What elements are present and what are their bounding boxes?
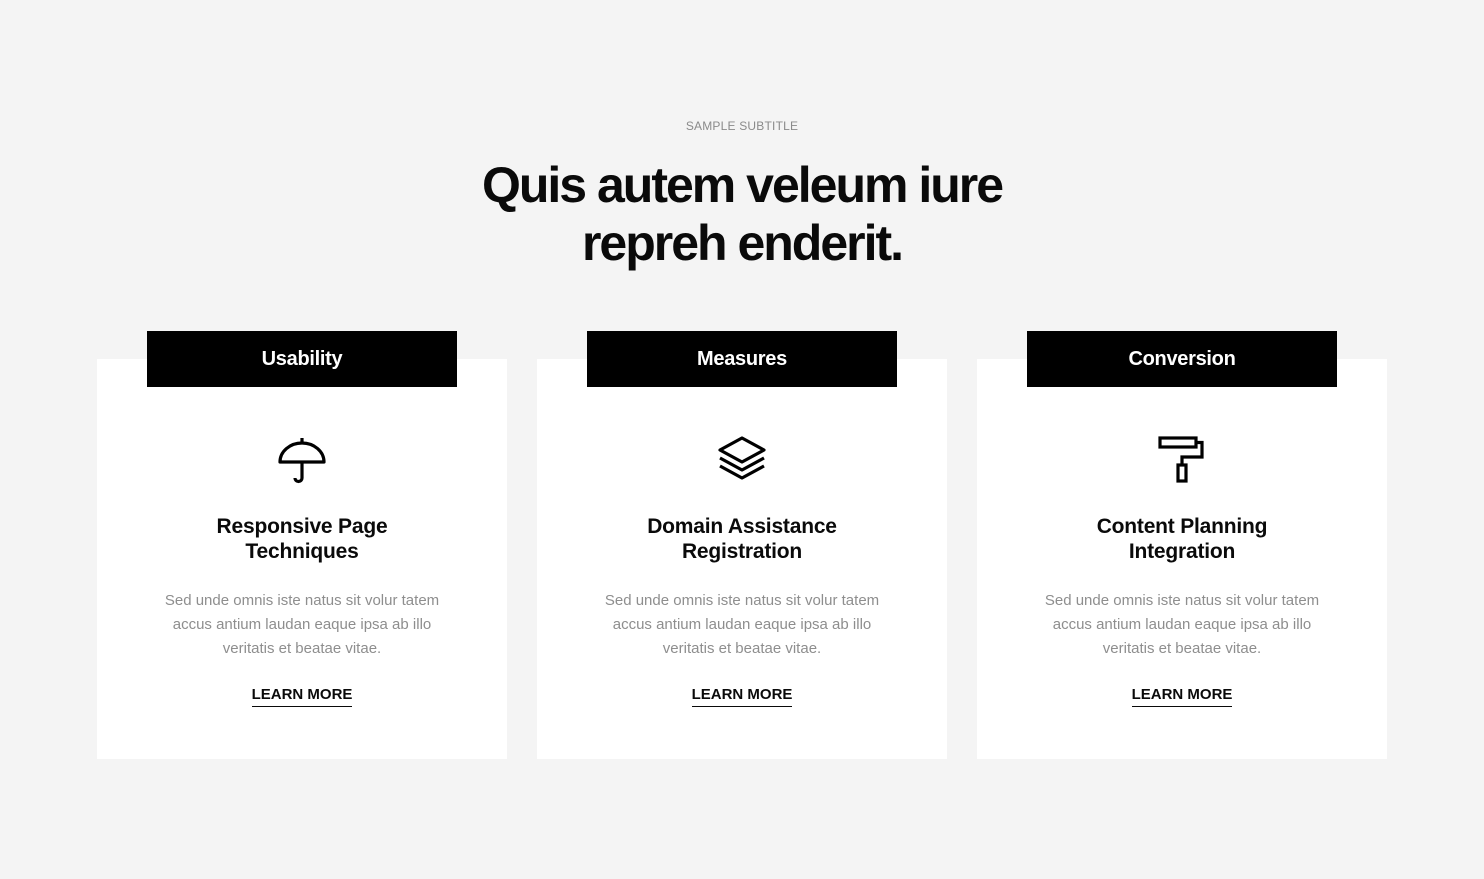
feature-card-conversion: Conversion Content Planning Integration … bbox=[977, 331, 1387, 759]
learn-more-link[interactable]: LEARN MORE bbox=[1131, 686, 1233, 707]
card-title: Content Planning Integration bbox=[997, 514, 1367, 564]
card-title-line-1: Content Planning bbox=[1096, 515, 1268, 538]
card-title-line-2: Registration bbox=[681, 540, 803, 563]
card-title: Responsive Page Techniques bbox=[117, 514, 487, 564]
umbrella-icon bbox=[277, 435, 327, 485]
card-description: Sed unde omnis iste natus sit volur tate… bbox=[604, 592, 880, 657]
feature-card-measures: Measures Domain Assistance Registration … bbox=[537, 331, 947, 759]
card-title-line-2: Integration bbox=[1128, 540, 1236, 563]
section-heading: Quis autem veleum iure repreh enderit. bbox=[0, 156, 1484, 272]
features-section: SAMPLE SUBTITLE Quis autem veleum iure r… bbox=[0, 0, 1484, 879]
card-title: Domain Assistance Registration bbox=[557, 514, 927, 564]
heading-line-1: Quis autem veleum iure bbox=[481, 157, 1004, 213]
paint-roller-icon bbox=[1157, 435, 1207, 485]
card-description: Sed unde omnis iste natus sit volur tate… bbox=[164, 592, 440, 657]
heading-line-2: repreh enderit. bbox=[581, 215, 904, 271]
learn-more-wrapper: LEARN MORE bbox=[537, 686, 947, 707]
card-title-line-1: Domain Assistance bbox=[647, 515, 837, 538]
card-tab: Conversion bbox=[1027, 331, 1337, 387]
section-subtitle: SAMPLE SUBTITLE bbox=[685, 119, 799, 133]
card-title-line-1: Responsive Page bbox=[216, 515, 388, 538]
feature-card-usability: Usability Responsive Page Techniques Sed… bbox=[97, 331, 507, 759]
learn-more-wrapper: LEARN MORE bbox=[977, 686, 1387, 707]
learn-more-wrapper: LEARN MORE bbox=[97, 686, 507, 707]
layers-icon bbox=[717, 435, 767, 485]
learn-more-link[interactable]: LEARN MORE bbox=[251, 686, 353, 707]
card-description: Sed unde omnis iste natus sit volur tate… bbox=[1044, 592, 1320, 657]
card-title-line-2: Techniques bbox=[245, 540, 359, 563]
learn-more-link[interactable]: LEARN MORE bbox=[691, 686, 793, 707]
card-tab: Measures bbox=[587, 331, 897, 387]
card-tab: Usability bbox=[147, 331, 457, 387]
